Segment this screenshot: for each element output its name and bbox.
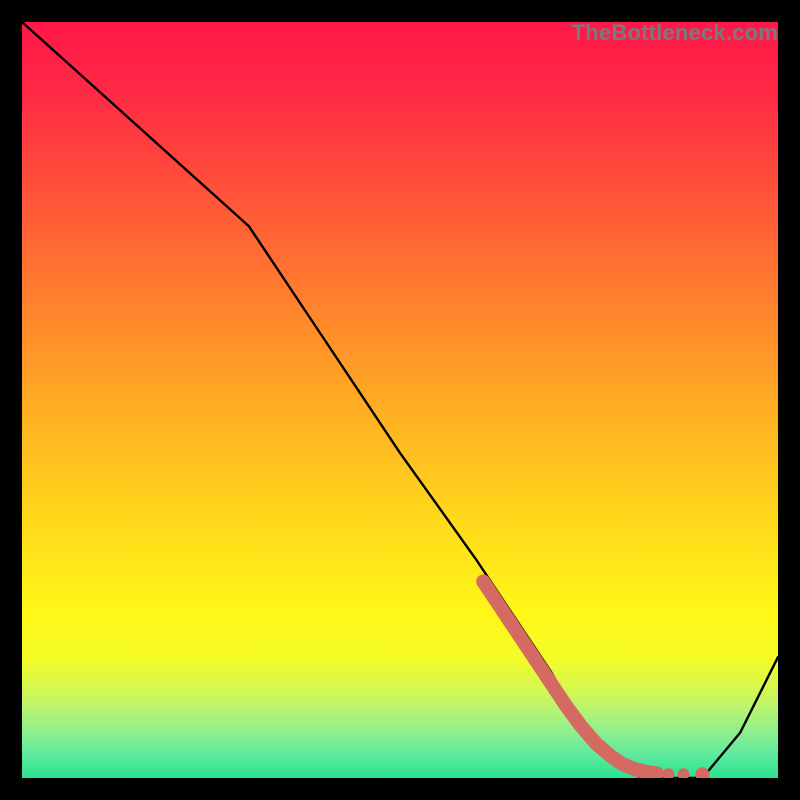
gradient-background (22, 22, 778, 778)
gradient-line-chart (22, 22, 778, 778)
highlight-dots (662, 767, 709, 778)
watermark-text: TheBottleneck.com (572, 20, 778, 46)
chart-frame: TheBottleneck.com (22, 22, 778, 778)
